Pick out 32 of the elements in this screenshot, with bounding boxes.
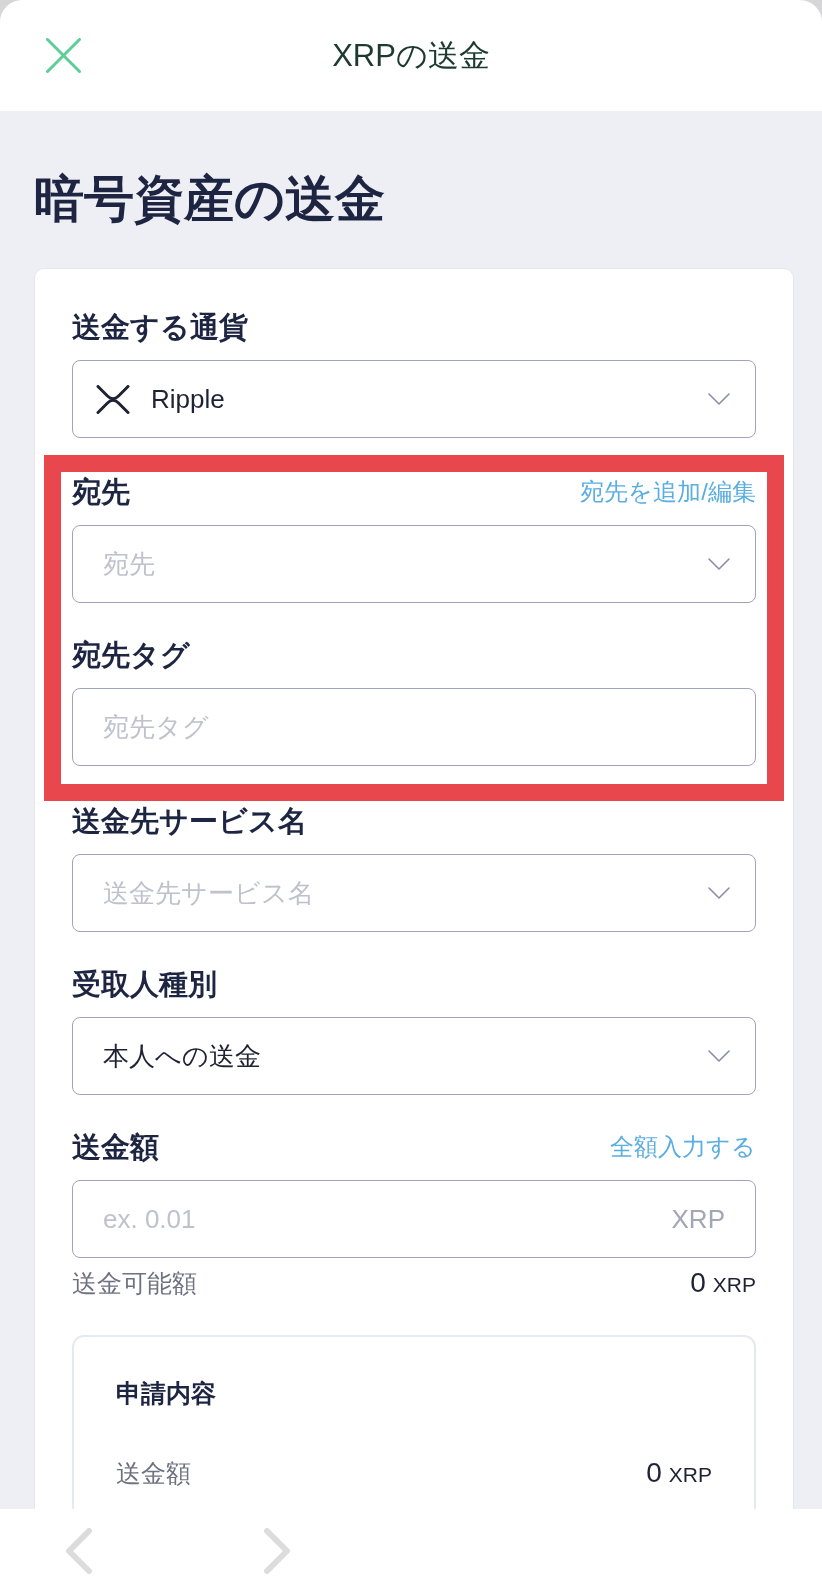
field-label: 送金額 — [72, 1130, 159, 1165]
chevron-down-icon — [708, 393, 730, 405]
close-button[interactable] — [44, 36, 82, 75]
dropdown-select[interactable]: 送金先サービス名 — [72, 854, 756, 932]
field-label: 送金する通貨 — [72, 310, 248, 345]
text-input-field[interactable]: 宛先タグ — [72, 688, 756, 766]
xrp-logo-icon — [96, 384, 130, 414]
chevron-down-icon — [708, 558, 730, 570]
field-link[interactable]: 宛先を追加/編集 — [580, 475, 756, 509]
unit-label: XRP — [668, 1462, 712, 1488]
available-amount-label: 送金可能額 — [72, 1268, 197, 1299]
field-link[interactable]: 全額入力する — [610, 1130, 756, 1164]
page-heading: 暗号資産の送金 — [34, 171, 385, 227]
summary-value: 0 — [646, 1456, 662, 1490]
summary-label: 送金額 — [116, 1458, 191, 1489]
chevron-right-icon — [263, 1528, 291, 1574]
chevron-down-icon — [708, 1050, 730, 1062]
screen-title: XRPの送金 — [332, 36, 490, 75]
unit-label: XRP — [671, 1203, 725, 1236]
field-label: 送金先サービス名 — [72, 804, 307, 839]
unit-label: XRP — [712, 1272, 756, 1298]
chevron-left-icon — [65, 1528, 93, 1574]
dropdown-select[interactable]: 本人への送金 — [72, 1017, 756, 1095]
field-label: 宛先タグ — [72, 638, 190, 673]
currency-select[interactable]: Ripple — [72, 360, 756, 438]
summary-title: 申請内容 — [116, 1378, 216, 1409]
chevron-down-icon — [708, 887, 730, 899]
close-icon — [45, 38, 81, 73]
available-amount-value: 0 — [690, 1266, 706, 1300]
field-label: 宛先 — [72, 475, 130, 510]
field-label: 受取人種別 — [72, 967, 217, 1002]
dropdown-select[interactable]: 宛先 — [72, 525, 756, 603]
